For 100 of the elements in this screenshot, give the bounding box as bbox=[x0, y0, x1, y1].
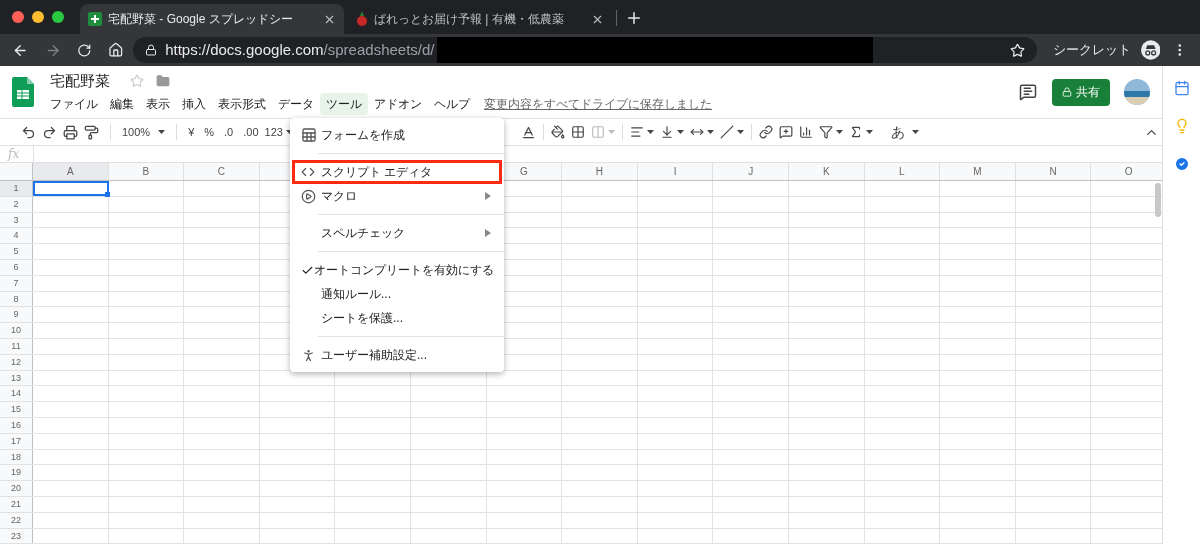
borders-icon bbox=[570, 125, 585, 139]
text-color-icon bbox=[520, 124, 536, 140]
minimize-window-button[interactable] bbox=[32, 11, 44, 23]
increase-decimals-button[interactable]: .00 bbox=[236, 120, 262, 144]
caret-icon bbox=[607, 130, 615, 134]
input-tools-button[interactable]: あ bbox=[875, 120, 922, 144]
share-button[interactable]: 共有 bbox=[1052, 78, 1110, 106]
chart-icon bbox=[798, 125, 813, 139]
column-header[interactable]: A bbox=[33, 163, 109, 180]
menu-item[interactable]: データ bbox=[272, 93, 320, 115]
address-field[interactable]: https://docs.google.com/spreadsheets/d/ bbox=[133, 37, 1038, 63]
folder-icon[interactable] bbox=[156, 74, 170, 88]
menu-option[interactable]: 通知ルール... bbox=[292, 282, 502, 306]
document-title[interactable]: 宅配野菜 bbox=[50, 69, 110, 93]
column-header[interactable]: N bbox=[1015, 163, 1092, 180]
menu-item[interactable]: 挿入 bbox=[176, 93, 212, 115]
lock-icon bbox=[1062, 87, 1072, 97]
row-header[interactable]: 4 bbox=[0, 228, 33, 244]
caret-icon bbox=[865, 130, 873, 134]
column-header[interactable]: J bbox=[713, 163, 789, 180]
column-header[interactable]: H bbox=[562, 163, 638, 180]
bookmark-star-icon[interactable] bbox=[1010, 42, 1026, 58]
undo-icon bbox=[21, 124, 36, 140]
menu-item[interactable]: ヘルプ bbox=[428, 93, 476, 115]
accessibility-icon bbox=[301, 347, 316, 363]
row-header[interactable]: 5 bbox=[0, 244, 33, 259]
menu-item[interactable]: アドオン bbox=[368, 93, 428, 115]
align-left-icon bbox=[629, 125, 644, 139]
currency-button[interactable]: ¥ bbox=[185, 120, 198, 144]
caret-icon bbox=[646, 130, 654, 134]
caret-icon bbox=[835, 130, 843, 134]
menu-item[interactable]: 表示形式 bbox=[212, 93, 272, 115]
radish-icon bbox=[356, 11, 368, 27]
maximize-window-button[interactable] bbox=[52, 11, 64, 23]
menu-option[interactable]: フォームを作成 bbox=[292, 123, 502, 147]
star-icon[interactable] bbox=[130, 74, 144, 88]
save-status-link[interactable]: 変更内容をすべてドライブに保存しました bbox=[484, 95, 712, 113]
caret-icon bbox=[736, 130, 744, 134]
decrease-decimals-button[interactable]: .0 bbox=[217, 120, 237, 144]
tasks-icon[interactable] bbox=[1173, 156, 1190, 172]
menu-option[interactable]: スクリプト エディタ bbox=[292, 160, 502, 184]
menu-item[interactable]: ツール bbox=[320, 93, 368, 115]
form-icon bbox=[301, 127, 317, 143]
align-bottom-icon bbox=[659, 125, 674, 139]
row-header[interactable]: 15 bbox=[0, 402, 33, 417]
caret-icon bbox=[676, 130, 684, 134]
row-header[interactable]: 10 bbox=[0, 323, 33, 338]
url-text: https://docs.google.com/spreadsheets/d/ bbox=[165, 39, 435, 60]
menu-option[interactable]: スペルチェック bbox=[292, 221, 502, 245]
browser-tab[interactable]: 宅配野菜 - Google スプレッドシー bbox=[80, 4, 344, 34]
paint-roller-icon bbox=[84, 124, 99, 140]
menu-item[interactable]: ファイル bbox=[44, 93, 104, 115]
lock-icon bbox=[145, 44, 158, 56]
printer-icon bbox=[63, 124, 78, 140]
caret-icon bbox=[706, 130, 714, 134]
tab-title: 宅配野菜 - Google スプレッドシー bbox=[108, 11, 294, 28]
menu-option[interactable]: ユーザー補助設定... bbox=[292, 343, 502, 367]
sheets-logo bbox=[12, 77, 34, 107]
column-header[interactable]: K bbox=[788, 163, 865, 180]
percent-button[interactable]: % bbox=[197, 120, 218, 144]
menu-item[interactable]: 表示 bbox=[140, 93, 176, 115]
caret-icon bbox=[911, 130, 919, 134]
add-comment-icon bbox=[778, 125, 793, 139]
calendar-icon[interactable] bbox=[1173, 80, 1190, 96]
row-header[interactable]: 20 bbox=[0, 481, 33, 496]
column-header[interactable]: M bbox=[940, 163, 1016, 180]
play-icon bbox=[301, 188, 316, 204]
sheets-icon bbox=[88, 12, 102, 26]
row-header[interactable]: 9 bbox=[0, 307, 33, 323]
reload-icon[interactable] bbox=[77, 42, 92, 58]
column-header[interactable]: I bbox=[637, 163, 714, 180]
browser-tab[interactable]: ぱれっとお届け予報 | 有機・低農薬 bbox=[348, 4, 612, 34]
text-rotation-icon bbox=[719, 125, 734, 139]
comments-icon[interactable] bbox=[1019, 83, 1037, 101]
new-tab-icon[interactable] bbox=[625, 9, 643, 27]
link-icon bbox=[758, 125, 773, 139]
menu-option[interactable]: マクロ bbox=[292, 184, 502, 208]
home-icon[interactable] bbox=[107, 42, 124, 58]
column-header[interactable]: C bbox=[184, 163, 260, 180]
selected-cell[interactable] bbox=[33, 181, 109, 196]
row-header[interactable]: 14 bbox=[0, 386, 33, 402]
menu-option[interactable]: シートを保護... bbox=[292, 306, 502, 330]
menu-item[interactable]: 編集 bbox=[104, 93, 140, 115]
scrollbar[interactable] bbox=[1155, 183, 1161, 217]
code-icon bbox=[301, 165, 315, 179]
tab-title: ぱれっとお届け予報 | 有機・低農薬 bbox=[374, 11, 565, 28]
merge-icon bbox=[590, 125, 605, 139]
column-header[interactable]: O bbox=[1091, 163, 1162, 180]
close-window-button[interactable] bbox=[12, 11, 24, 23]
avatar[interactable] bbox=[1124, 79, 1150, 105]
submenu-arrow-icon bbox=[485, 229, 491, 237]
column-header[interactable]: L bbox=[864, 163, 941, 180]
row-header[interactable]: 1 bbox=[0, 181, 33, 196]
zoom-select[interactable]: 100% bbox=[119, 120, 169, 144]
row-header[interactable]: 19 bbox=[0, 465, 33, 481]
caret-icon bbox=[158, 130, 166, 134]
incognito-label: シークレット bbox=[1053, 41, 1132, 60]
incognito-icon[interactable] bbox=[1141, 40, 1161, 60]
column-header[interactable]: B bbox=[108, 163, 185, 180]
menu-option[interactable]: オートコンプリートを有効にする bbox=[292, 258, 502, 282]
